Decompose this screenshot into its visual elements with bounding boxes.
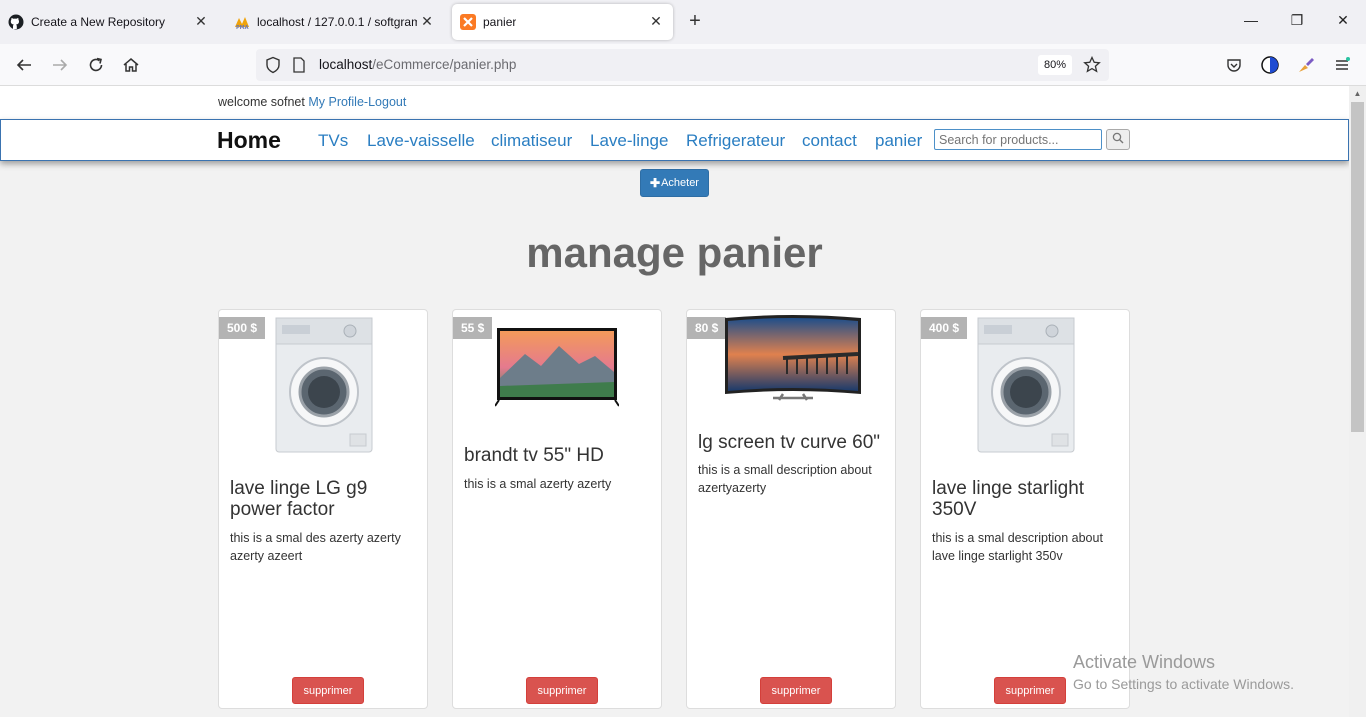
welcome-strip: welcome sofnet My Profile-Logout (0, 86, 1349, 119)
nav-link-refrigerateur[interactable]: Refrigerateur (686, 131, 785, 151)
browser-tab-bar: Create a New Repository ✕ PMA localhost … (0, 0, 1366, 44)
nav-link-tvs[interactable]: TVs (318, 131, 348, 151)
menu-icon[interactable] (1330, 53, 1354, 77)
product-title: lave linge starlight 350V (932, 478, 1085, 520)
product-card: 55 $ brandt tv 55" HD this is a smal aze… (452, 309, 662, 709)
search-button[interactable] (1106, 129, 1130, 150)
product-description: this is a smal description about lave li… (932, 531, 1103, 563)
activate-windows-watermark: Activate Windows Go to Settings to activ… (1073, 652, 1294, 692)
close-icon[interactable]: ✕ (418, 13, 436, 30)
pocket-icon[interactable] (1222, 53, 1246, 77)
forward-icon[interactable] (48, 53, 72, 77)
url-text[interactable]: localhost/eCommerce/panier.php (319, 57, 516, 72)
address-bar[interactable]: localhost/eCommerce/panier.php 80% (256, 49, 1109, 81)
tv-flat-image (495, 328, 619, 407)
product-search-input[interactable] (934, 129, 1102, 150)
new-tab-icon[interactable]: + (684, 10, 706, 32)
search-icon (1112, 131, 1124, 149)
tab-phpmyadmin[interactable]: PMA localhost / 127.0.0.1 / softgram ✕ (234, 4, 444, 40)
scrollbar-thumb[interactable] (1351, 102, 1364, 432)
url-host: localhost (319, 57, 373, 72)
supprimer-button[interactable]: supprimer (760, 677, 832, 704)
product-card: 400 $ lave linge starlight 350V this is … (920, 309, 1130, 709)
restore-icon[interactable]: ❐ (1287, 12, 1307, 29)
watermark-line-2: Go to Settings to activate Windows. (1073, 676, 1294, 692)
product-title: lg screen tv curve 60" (698, 432, 881, 453)
washing-machine-image (977, 317, 1075, 453)
extension-brush-icon[interactable] (1294, 53, 1318, 77)
supprimer-button[interactable]: supprimer (292, 677, 364, 704)
url-path: /eCommerce/panier.php (372, 57, 517, 72)
reload-icon[interactable] (84, 53, 108, 77)
washing-machine-image (275, 317, 373, 453)
home-brand-link[interactable]: Home (217, 127, 281, 154)
supprimer-button[interactable]: supprimer (526, 677, 598, 704)
site-navbar: Home TVs Lave-vaisselle climatiseur Lave… (0, 119, 1349, 161)
minimize-icon[interactable]: — (1241, 12, 1261, 28)
acheter-label: Acheter (661, 177, 699, 189)
product-title: brandt tv 55" HD (464, 445, 604, 466)
tab-panier[interactable]: panier ✕ (452, 4, 673, 40)
welcome-line: welcome sofnet My Profile-Logout (218, 95, 406, 109)
product-description: this is a smal des azerty azerty azerty … (230, 531, 401, 563)
extension-dark-reader-icon[interactable] (1258, 53, 1282, 77)
page-scrollbar[interactable]: ▲ (1349, 86, 1366, 717)
price-tag: 500 $ (219, 317, 266, 339)
my-profile-link[interactable]: My Profile (308, 95, 364, 109)
welcome-text: welcome sofnet (218, 95, 305, 109)
nav-link-lave-vaisselle[interactable]: Lave-vaisselle (367, 131, 475, 151)
tab-title: panier (483, 15, 517, 29)
close-icon[interactable]: ✕ (647, 13, 665, 30)
product-description: this is a smal azerty azerty (464, 477, 612, 491)
page-title: manage panier (526, 229, 823, 276)
shield-icon[interactable] (264, 56, 282, 79)
price-tag: 55 $ (453, 317, 493, 339)
scroll-up-icon[interactable]: ▲ (1349, 89, 1366, 98)
zoom-level[interactable]: 80% (1038, 55, 1073, 75)
web-page: welcome sofnet My Profile-Logout Home TV… (0, 86, 1349, 717)
xampp-icon (460, 14, 476, 30)
supprimer-button[interactable]: supprimer (994, 677, 1066, 704)
phpmyadmin-icon: PMA (234, 14, 250, 30)
nav-link-climatiseur[interactable]: climatiseur (491, 131, 572, 151)
price-tag: 80 $ (687, 317, 727, 339)
browser-toolbar: localhost/eCommerce/panier.php 80% (0, 44, 1366, 86)
product-card: 80 $ lg screen tv curve 60" this is a sm… (686, 309, 896, 709)
product-description: this is a small description about azerty… (698, 463, 872, 495)
svg-text:PMA: PMA (236, 25, 249, 30)
product-title: lave linge LG g9 power factor (230, 478, 368, 520)
tab-title: localhost / 127.0.0.1 / softgram (257, 15, 417, 29)
bookmark-star-icon[interactable] (1083, 55, 1101, 79)
acheter-button[interactable]: ✚ Acheter (640, 169, 709, 197)
price-tag: 400 $ (921, 317, 968, 339)
logout-link[interactable]: Logout (368, 95, 406, 109)
nav-link-panier[interactable]: panier (875, 131, 922, 151)
close-icon[interactable]: ✕ (192, 13, 210, 30)
product-card: 500 $ lave linge LG g9 power factor this… (218, 309, 428, 709)
nav-link-lave-linge[interactable]: Lave-linge (590, 131, 668, 151)
nav-link-contact[interactable]: contact (802, 131, 857, 151)
github-icon (8, 14, 24, 30)
tab-github[interactable]: Create a New Repository ✕ (8, 4, 218, 40)
home-icon[interactable] (119, 53, 143, 77)
window-close-icon[interactable]: ✕ (1333, 12, 1353, 29)
watermark-line-1: Activate Windows (1073, 652, 1216, 672)
plus-icon: ✚ (650, 176, 661, 190)
tv-curved-image (725, 315, 861, 401)
back-icon[interactable] (12, 53, 36, 77)
tab-title: Create a New Repository (31, 15, 166, 29)
page-icon (292, 57, 306, 78)
